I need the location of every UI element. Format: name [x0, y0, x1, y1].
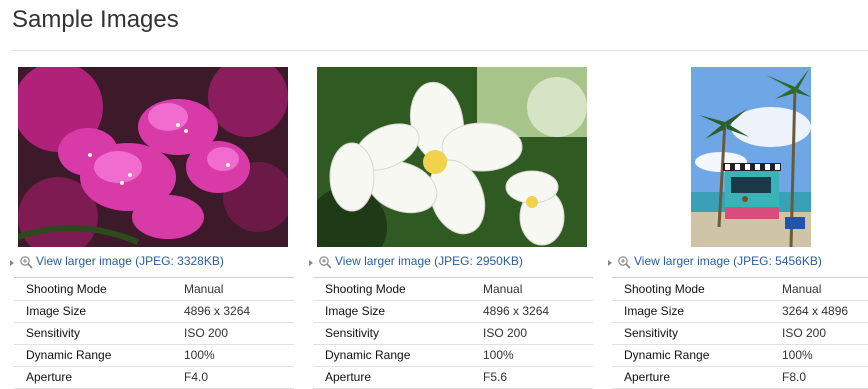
triangle-right-icon [309, 260, 313, 266]
spec-value: ISO 200 [483, 326, 528, 340]
spec-key: Shooting Mode [26, 282, 107, 296]
spec-value: ISO 200 [782, 326, 827, 340]
specs-table-1: Shooting Mode Manual Image Size 4896 x 326… [14, 277, 294, 389]
spec-key: Shooting Mode [624, 282, 705, 296]
spec-key: Shooting Mode [325, 282, 406, 296]
spec-key: Image Size [325, 304, 386, 318]
spec-value: 4896 x 3264 [483, 304, 550, 318]
spec-row: Aperture F4.0 [14, 366, 294, 389]
view-larger-image-link[interactable]: View larger image (JPEG: 5456KB) [634, 254, 822, 268]
spec-value: ISO 200 [184, 326, 229, 340]
magnifier-plus-icon [618, 256, 631, 269]
triangle-right-icon [10, 260, 14, 266]
spec-value: 4896 x 3264 [184, 304, 251, 318]
spec-key: Dynamic Range [624, 348, 710, 362]
spec-value: Manual [184, 282, 224, 296]
plumeria-photo[interactable] [317, 67, 587, 247]
spec-row: Image Size 4896 x 3264 [14, 300, 294, 323]
spec-key: Sensitivity [325, 326, 380, 340]
bougainvillea-photo[interactable] [18, 67, 288, 247]
spec-row: Dynamic Range 100% [14, 344, 294, 367]
spec-row: Sensitivity ISO 200 [612, 322, 868, 345]
spec-row: Dynamic Range 100% [313, 344, 593, 367]
spec-value: 100% [782, 348, 813, 362]
spec-row: Sensitivity ISO 200 [313, 322, 593, 345]
spec-row: Image Size 4896 x 3264 [313, 300, 593, 323]
spec-row: Sensitivity ISO 200 [14, 322, 294, 345]
spec-value: 3264 x 4896 [782, 304, 849, 318]
specs-table-3: Shooting Mode Manual Image Size 3264 x 489… [612, 277, 868, 389]
magnifier-plus-icon [20, 256, 33, 269]
title-divider [12, 50, 868, 51]
spec-row: Image Size 3264 x 4896 [612, 300, 868, 323]
spec-row: Shooting Mode Manual [612, 278, 868, 301]
spec-row: Aperture F5.6 [313, 366, 593, 389]
spec-key: Sensitivity [624, 326, 679, 340]
triangle-right-icon [608, 260, 612, 266]
spec-value: F5.6 [483, 370, 508, 384]
spec-key: Aperture [325, 370, 372, 384]
spec-row: Shooting Mode Manual [313, 278, 593, 301]
spec-value: F8.0 [782, 370, 807, 384]
spec-row: Shooting Mode Manual [14, 278, 294, 301]
spec-key: Dynamic Range [26, 348, 112, 362]
spec-key: Aperture [624, 370, 671, 384]
spec-key: Dynamic Range [325, 348, 411, 362]
spec-value: 100% [184, 348, 215, 362]
spec-value: Manual [483, 282, 523, 296]
view-larger-image-link[interactable]: View larger image (JPEG: 2950KB) [335, 254, 523, 268]
spec-value: Manual [782, 282, 822, 296]
spec-key: Sensitivity [26, 326, 81, 340]
spec-value: 100% [483, 348, 514, 362]
spec-key: Aperture [26, 370, 73, 384]
specs-table-2: Shooting Mode Manual Image Size 4896 x 326… [313, 277, 593, 389]
spec-value: F4.0 [184, 370, 209, 384]
spec-key: Image Size [26, 304, 87, 318]
magnifier-plus-icon [319, 256, 332, 269]
spec-row: Dynamic Range 100% [612, 344, 868, 367]
view-larger-image-link[interactable]: View larger image (JPEG: 3328KB) [36, 254, 224, 268]
spec-row: Aperture F8.0 [612, 366, 868, 389]
beach-kiosk-photo[interactable] [691, 67, 811, 247]
page-title: Sample Images [12, 6, 179, 33]
spec-key: Image Size [624, 304, 685, 318]
